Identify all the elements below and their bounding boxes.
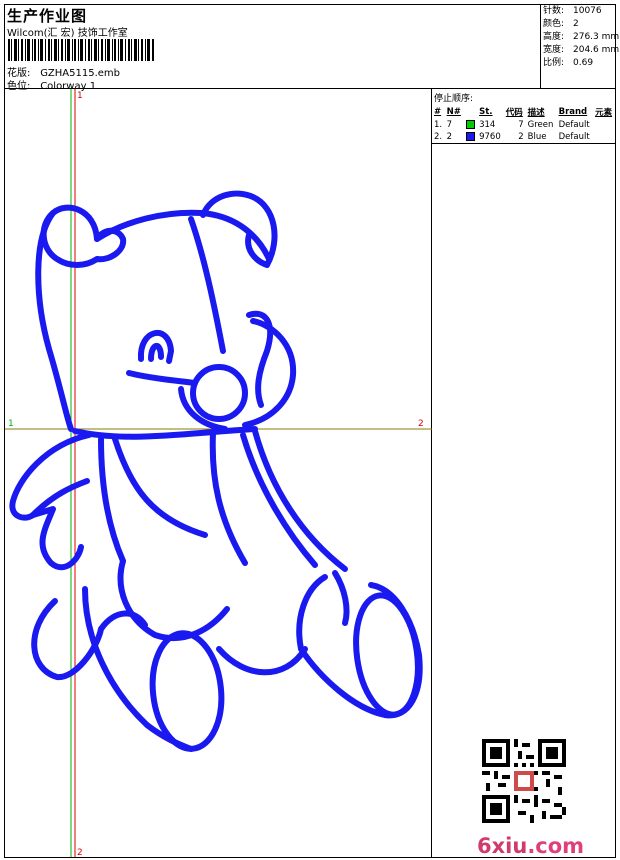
stop-sequence-panel: 停止顺序: # N# St. 代码 描述 Brand 元素 1. 7 314 7… xyxy=(432,89,615,858)
table-row: 1. 7 314 7 Green Default xyxy=(434,120,590,130)
bear-left-thigh xyxy=(117,558,230,642)
h-marker-right: 2 xyxy=(418,419,424,429)
bear-eye-inner xyxy=(148,343,164,362)
col-index: # xyxy=(434,107,442,117)
bear-belly-center xyxy=(209,430,248,566)
stops-header-row: # N# St. 代码 描述 Brand 元素 xyxy=(432,105,615,119)
stat-width: 宽度: 204.6 mm xyxy=(543,45,620,55)
design-canvas: 1 2 1 2 xyxy=(5,89,432,858)
bear-mouth xyxy=(178,386,228,432)
bear-seat xyxy=(216,646,308,676)
bear-collar xyxy=(72,426,258,440)
v-marker-bottom: 2 xyxy=(77,848,83,857)
col-stitches: St. xyxy=(479,107,493,117)
bear-nose xyxy=(190,364,248,422)
bear-cheek-line xyxy=(188,216,226,354)
col-code: 代码 xyxy=(505,108,523,118)
col-brand: Brand xyxy=(558,107,588,117)
site-watermark: 6xiu.com xyxy=(477,834,585,858)
bear-left-leg-outer xyxy=(82,586,194,752)
embroidery-preview: 1 2 1 2 xyxy=(5,89,432,858)
col-element: 元素 xyxy=(595,108,613,118)
bear-belly-top xyxy=(112,436,208,538)
bear-muzzle-inner xyxy=(246,310,274,408)
stops-title: 停止顺序: xyxy=(434,94,474,104)
col-needle: N# xyxy=(446,107,461,117)
bear-left-arm-inner xyxy=(30,478,90,518)
bear-body-right xyxy=(240,432,318,568)
bear-left-ear xyxy=(40,204,127,268)
stat-height: 高度: 276.3 mm xyxy=(543,32,620,42)
company-name: Wilcom(汇 宏) 技饰工作室 xyxy=(7,28,128,39)
barcode xyxy=(8,39,154,61)
stop-sequence-table: # N# St. 代码 描述 Brand 元素 1. 7 314 7 Green… xyxy=(432,105,615,144)
worksheet-header: 生产作业图 Wilcom(汇 宏) 技饰工作室 花版: GZHA5115.emb… xyxy=(5,5,620,92)
bear-right-leg-fold xyxy=(332,570,350,626)
bear-head-left xyxy=(35,210,74,432)
stat-colors: 颜色: 2 xyxy=(543,19,579,29)
qr-code xyxy=(482,739,566,823)
table-row: 2. 2 9760 2 Blue Default xyxy=(432,131,615,144)
bear-embroidery xyxy=(9,190,423,752)
production-worksheet: 生产作业图 Wilcom(汇 宏) 技饰工作室 花版: GZHA5115.emb… xyxy=(4,4,620,858)
sheet-title: 生产作业图 xyxy=(7,7,88,25)
h-marker-left: 1 xyxy=(8,419,14,429)
color-swatch xyxy=(465,132,475,141)
v-marker-top: 1 xyxy=(77,91,83,101)
bear-right-leg xyxy=(296,574,423,719)
design-stats: 针数: 10076 颜色: 2 高度: 276.3 mm 宽度: 204.6 mm 比例… xyxy=(540,5,620,89)
color-swatch xyxy=(465,120,475,129)
header-info: 生产作业图 Wilcom(汇 宏) 技饰工作室 花版: GZHA5115.emb… xyxy=(7,5,537,92)
stat-stitches: 针数: 10076 xyxy=(543,6,602,16)
col-swatch xyxy=(464,105,478,119)
stat-scale: 比例: 0.69 xyxy=(543,58,594,68)
col-desc: 描述 xyxy=(527,108,545,118)
bear-brow xyxy=(126,370,198,386)
bear-right-foot xyxy=(353,592,421,718)
